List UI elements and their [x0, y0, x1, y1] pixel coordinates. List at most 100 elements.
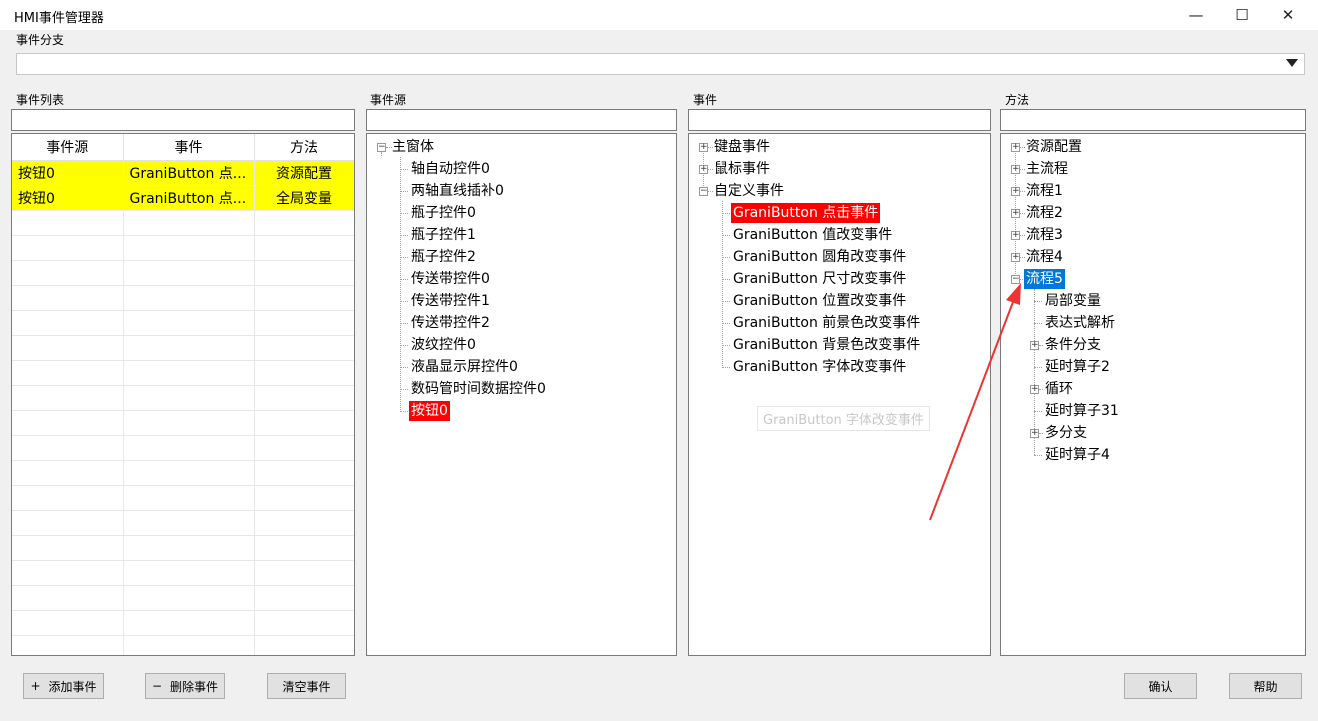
help-button[interactable]: 帮助 — [1229, 673, 1302, 699]
tree-node[interactable]: 多分支 — [1043, 423, 1089, 443]
empty-row — [12, 485, 354, 511]
tree-node[interactable]: 流程1 — [1024, 181, 1065, 201]
event-source-tree[interactable]: − 主窗体 轴自动控件0 两轴直线插补0 瓶子控件0 瓶子控件1 瓶子控件2 传… — [366, 133, 677, 656]
tree-node-keyboard-events[interactable]: 键盘事件 — [712, 137, 772, 157]
cell-method[interactable]: 全局变量 — [254, 185, 354, 211]
add-event-button[interactable]: + 添加事件 — [23, 673, 104, 699]
plus-icon: + — [30, 679, 41, 693]
tree-node[interactable]: 资源配置 — [1024, 137, 1084, 157]
empty-row — [12, 360, 354, 386]
title-bar: HMI事件管理器 — ☐ ✕ — [0, 0, 1318, 30]
tree-node[interactable]: 瓶子控件1 — [409, 225, 478, 245]
tree-node[interactable]: 流程2 — [1024, 203, 1065, 223]
tree-node[interactable]: 循环 — [1043, 379, 1075, 399]
collapse-icon[interactable]: − — [699, 187, 708, 196]
tree-node[interactable]: 延时算子4 — [1043, 445, 1112, 465]
cell-event[interactable]: GraniButton 点... — [123, 160, 255, 186]
column-header-source[interactable]: 事件源 — [12, 134, 124, 161]
tree-node[interactable]: GraniButton 尺寸改变事件 — [731, 269, 908, 289]
tree-node[interactable]: GraniButton 字体改变事件 — [731, 357, 908, 377]
tree-node-main-window[interactable]: 主窗体 — [390, 137, 436, 157]
column-header-method[interactable]: 方法 — [254, 134, 354, 161]
expand-icon[interactable]: + — [699, 143, 708, 152]
event-source-search-input[interactable] — [366, 109, 677, 131]
tree-node[interactable]: 瓶子控件0 — [409, 203, 478, 223]
empty-row — [12, 310, 354, 336]
expand-icon[interactable]: + — [1011, 187, 1020, 196]
expand-icon[interactable]: + — [1030, 429, 1039, 438]
table-row[interactable]: 按钮0 GraniButton 点... 全局变量 — [12, 185, 354, 211]
tree-node-custom-events[interactable]: 自定义事件 — [712, 181, 786, 201]
empty-row — [12, 560, 354, 586]
events-label: 事件 — [693, 93, 718, 107]
tree-node[interactable]: 传送带控件2 — [409, 313, 492, 333]
collapse-icon[interactable]: − — [377, 143, 386, 152]
methods-search-input[interactable] — [1000, 109, 1306, 131]
event-list-grid[interactable]: 事件源 事件 方法 按钮0 GraniButton 点... 资源配置 按钮0 … — [11, 133, 355, 656]
cell-source[interactable]: 按钮0 — [12, 185, 124, 211]
events-search-input[interactable] — [688, 109, 991, 131]
ok-button[interactable]: 确认 — [1124, 673, 1197, 699]
tree-node[interactable]: GraniButton 前景色改变事件 — [731, 313, 922, 333]
tree-node[interactable]: GraniButton 值改变事件 — [731, 225, 894, 245]
empty-row — [12, 435, 354, 461]
expand-icon[interactable]: + — [1011, 143, 1020, 152]
tooltip: GraniButton 字体改变事件 — [757, 406, 930, 431]
events-tree[interactable]: + 键盘事件 + 鼠标事件 − 自定义事件 GraniButton 点击事件 G… — [688, 133, 991, 656]
tree-node-mouse-events[interactable]: 鼠标事件 — [712, 159, 772, 179]
empty-row — [12, 410, 354, 436]
tree-node-selected-click-event[interactable]: GraniButton 点击事件 — [731, 203, 881, 223]
tree-node[interactable]: 波纹控件0 — [409, 335, 478, 355]
tree-node[interactable]: 轴自动控件0 — [409, 159, 492, 179]
tree-node[interactable]: 延时算子2 — [1043, 357, 1112, 377]
empty-row — [12, 210, 354, 236]
expand-icon[interactable]: + — [699, 165, 708, 174]
tree-node[interactable]: 瓶子控件2 — [409, 247, 478, 267]
empty-row — [12, 610, 354, 636]
column-header-event[interactable]: 事件 — [123, 134, 255, 161]
delete-event-label: 删除事件 — [170, 679, 219, 694]
expand-icon[interactable]: + — [1030, 341, 1039, 350]
event-source-label: 事件源 — [370, 93, 407, 107]
cell-event[interactable]: GraniButton 点... — [123, 185, 255, 211]
close-button[interactable]: ✕ — [1265, 0, 1311, 30]
tree-node[interactable]: 传送带控件1 — [409, 291, 492, 311]
tree-node[interactable]: 局部变量 — [1043, 291, 1103, 311]
tree-node[interactable]: GraniButton 圆角改变事件 — [731, 247, 908, 267]
tree-node[interactable]: 主流程 — [1024, 159, 1070, 179]
minus-icon: − — [151, 679, 163, 693]
event-list-search-input[interactable] — [11, 109, 355, 131]
expand-icon[interactable]: + — [1011, 253, 1020, 262]
clear-events-button[interactable]: 清空事件 — [267, 673, 346, 699]
empty-row — [12, 260, 354, 286]
tree-node[interactable]: 延时算子31 — [1043, 401, 1121, 421]
tree-node[interactable]: 液晶显示屏控件0 — [409, 357, 520, 377]
cell-method[interactable]: 资源配置 — [254, 160, 354, 186]
tree-node[interactable]: 条件分支 — [1043, 335, 1103, 355]
chevron-down-icon[interactable] — [1286, 59, 1298, 67]
collapse-icon[interactable]: − — [1011, 275, 1020, 284]
tree-node[interactable]: GraniButton 背景色改变事件 — [731, 335, 922, 355]
branch-combo[interactable] — [16, 53, 1305, 75]
tree-node[interactable]: GraniButton 位置改变事件 — [731, 291, 908, 311]
tree-node[interactable]: 两轴直线插补0 — [409, 181, 506, 201]
tree-node[interactable]: 数码管时间数据控件0 — [409, 379, 548, 399]
minimize-button[interactable]: — — [1173, 0, 1219, 30]
expand-icon[interactable]: + — [1011, 209, 1020, 218]
empty-row — [12, 510, 354, 536]
tree-node-selected-button0[interactable]: 按钮0 — [409, 401, 450, 421]
maximize-button[interactable]: ☐ — [1219, 0, 1265, 30]
tree-node[interactable]: 流程4 — [1024, 247, 1065, 267]
empty-row — [12, 285, 354, 311]
methods-tree[interactable]: + 资源配置 + 主流程 + 流程1 + 流程2 + 流程3 + 流程4 − 流… — [1000, 133, 1306, 656]
tree-node-selected-flow5[interactable]: 流程5 — [1024, 269, 1065, 289]
cell-source[interactable]: 按钮0 — [12, 160, 124, 186]
delete-event-button[interactable]: − 删除事件 — [145, 673, 225, 699]
table-row[interactable]: 按钮0 GraniButton 点... 资源配置 — [12, 160, 354, 186]
expand-icon[interactable]: + — [1030, 385, 1039, 394]
tree-node[interactable]: 流程3 — [1024, 225, 1065, 245]
tree-node[interactable]: 传送带控件0 — [409, 269, 492, 289]
expand-icon[interactable]: + — [1011, 231, 1020, 240]
expand-icon[interactable]: + — [1011, 165, 1020, 174]
tree-node[interactable]: 表达式解析 — [1043, 313, 1117, 333]
